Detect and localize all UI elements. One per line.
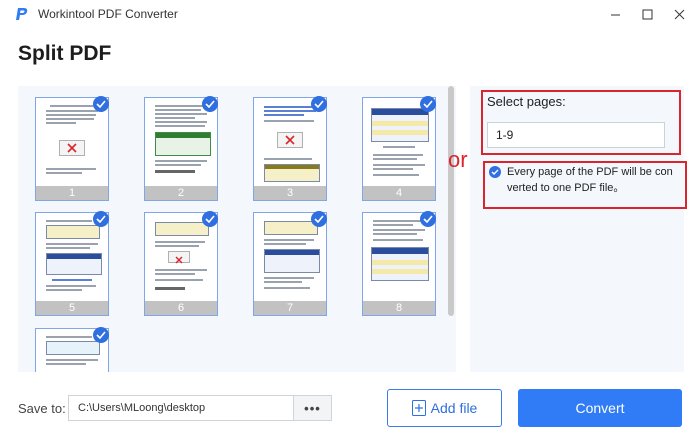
page-thumbnail[interactable]: 2 (144, 96, 218, 201)
check-icon (93, 327, 109, 343)
page-thumbnail[interactable] (35, 327, 109, 372)
page-number: 7 (254, 301, 326, 315)
maximize-icon (642, 9, 652, 19)
page-number: 2 (145, 186, 217, 200)
check-icon (311, 211, 327, 227)
page-thumbnail[interactable]: 8 (362, 211, 436, 316)
app-title: Workintool PDF Converter (38, 7, 178, 21)
page-number: 5 (36, 301, 108, 315)
or-label: or (448, 147, 468, 172)
check-icon (202, 211, 218, 227)
select-pages-label: Select pages: (487, 94, 566, 109)
page-title: Split PDF (18, 42, 112, 65)
page-number: 4 (363, 186, 435, 200)
page-preview (369, 102, 429, 182)
check-icon (93, 211, 109, 227)
page-preview (369, 217, 429, 297)
add-file-icon (411, 400, 426, 416)
page-number: 1 (36, 186, 108, 200)
save-path-input[interactable] (68, 395, 294, 421)
page-preview (260, 102, 320, 182)
browse-button[interactable]: ••• (293, 395, 332, 421)
page-number: 3 (254, 186, 326, 200)
thumbnail-panel: 1 2 3 4 5 6 7 8 (18, 86, 456, 372)
title-bar: Workintool PDF Converter (0, 0, 700, 28)
page-thumbnail[interactable]: 1 (35, 96, 109, 201)
convert-button[interactable]: Convert (518, 389, 682, 427)
pages-range-input[interactable] (487, 122, 665, 148)
check-icon (202, 96, 218, 112)
check-icon (420, 211, 436, 227)
thumbnail-scrollbar[interactable] (448, 86, 454, 316)
page-preview (260, 217, 320, 297)
every-page-radio[interactable] (489, 166, 501, 178)
page-thumbnail[interactable]: 4 (362, 96, 436, 201)
every-page-option-text: Every page of the PDF will be con verted… (507, 166, 673, 194)
add-file-button[interactable]: Add file (387, 389, 502, 427)
page-thumbnail[interactable]: 3 (253, 96, 327, 201)
check-icon (420, 96, 436, 112)
add-file-label: Add file (430, 400, 478, 416)
minimize-icon (610, 14, 620, 15)
page-number: 8 (363, 301, 435, 315)
page-preview (42, 102, 102, 182)
check-icon (93, 96, 109, 112)
minimize-button[interactable] (604, 4, 626, 24)
page-thumbnail[interactable]: 5 (35, 211, 109, 316)
maximize-button[interactable] (636, 4, 658, 24)
save-to-label: Save to: (18, 401, 66, 416)
page-number: 6 (145, 301, 217, 315)
page-thumbnail[interactable]: 6 (144, 211, 218, 316)
check-icon (311, 96, 327, 112)
workintool-logo-icon (16, 8, 28, 20)
close-icon (674, 9, 684, 19)
check-icon (491, 169, 499, 175)
page-preview (42, 217, 102, 297)
page-preview (151, 217, 211, 297)
page-thumbnail[interactable]: 7 (253, 211, 327, 316)
page-preview (151, 102, 211, 182)
close-button[interactable] (668, 4, 690, 24)
